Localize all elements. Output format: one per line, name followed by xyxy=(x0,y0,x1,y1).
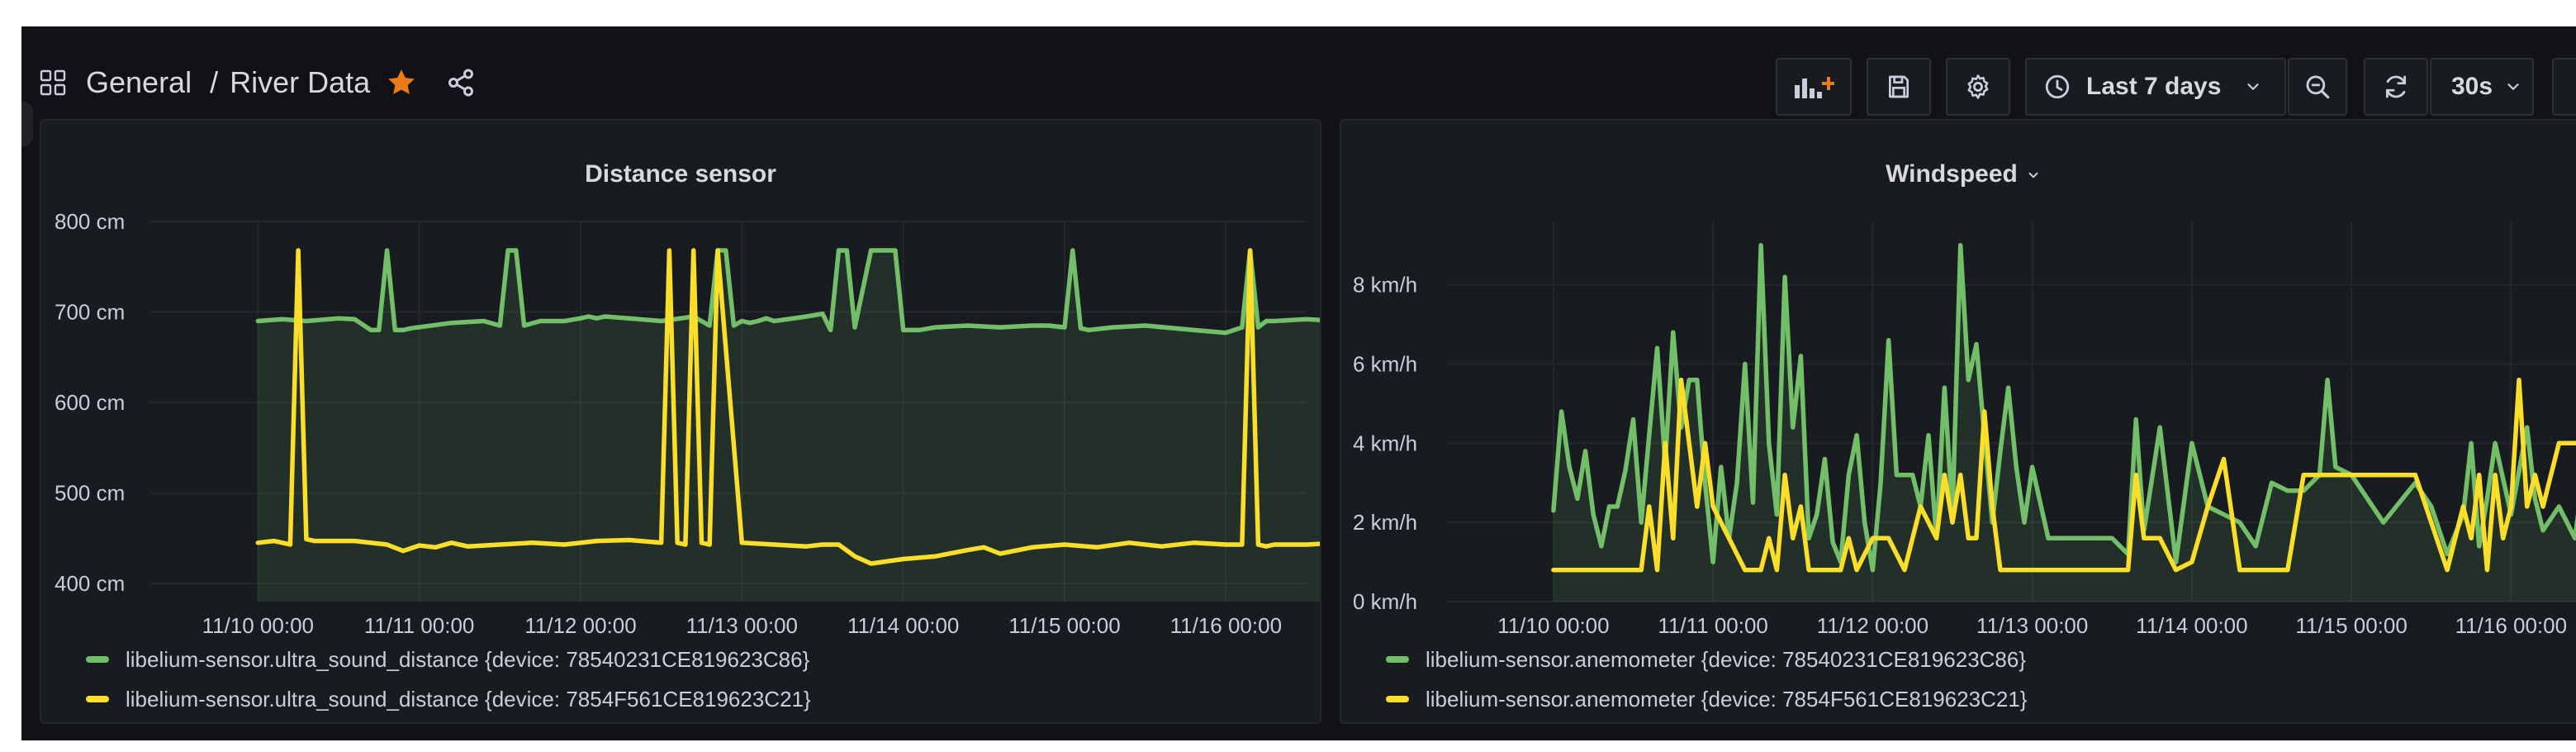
add-panel-icon xyxy=(1795,77,1834,98)
y-tick-label: 400 cm xyxy=(55,571,125,596)
chevron-down-icon xyxy=(2247,83,2260,90)
time-range-picker[interactable]: Last 7 days xyxy=(2025,58,2286,116)
y-tick-label: 4 km/h xyxy=(1353,431,1417,455)
dashboard-title[interactable]: River Data xyxy=(230,65,370,100)
dashboards-grid-icon[interactable] xyxy=(40,69,66,96)
legend-swatch xyxy=(1386,696,1409,702)
x-tick-label: 11/15 00:00 xyxy=(1008,613,1120,638)
panel-windspeed: Windspeed 11/10 00:00 11/11 00:00 11/12 00… xyxy=(1340,119,2576,724)
save-dashboard-button[interactable] xyxy=(1867,58,1931,116)
breadcrumb: General / River Data xyxy=(40,59,476,106)
dashboard-settings-button[interactable] xyxy=(1946,58,2010,116)
x-tick-label: 11/16 00:00 xyxy=(2455,613,2567,638)
x-tick-label: 11/13 00:00 xyxy=(686,613,798,638)
x-tick-label: 11/11 00:00 xyxy=(1658,613,1768,638)
legend-label: libelium-sensor.ultra_sound_distance {de… xyxy=(126,646,810,672)
distance-chart[interactable]: 11/10 00:00 11/11 00:00 11/12 00:00 11/13 0… xyxy=(41,121,1320,722)
series-line[interactable] xyxy=(255,248,1320,336)
refresh-interval-label: 30s xyxy=(2451,73,2493,100)
time-range-label: Last 7 days xyxy=(2086,73,2222,100)
toolbar-overflow-button[interactable] xyxy=(2552,58,2576,116)
y-tick-label: 6 km/h xyxy=(1353,352,1417,377)
y-tick-label: 700 cm xyxy=(55,300,125,325)
y-tick-label: 8 km/h xyxy=(1353,273,1417,297)
legend-label: libelium-sensor.anemometer {device: 7854… xyxy=(1426,646,2027,672)
legend-label: libelium-sensor.anemometer {device: 7854… xyxy=(1426,686,2028,712)
zoom-out-icon xyxy=(2306,75,2330,99)
windspeed-chart[interactable]: 11/10 00:00 11/11 00:00 11/12 00:00 11/13 0… xyxy=(1341,121,2576,722)
legend-item[interactable]: libelium-sensor.ultra_sound_distance {de… xyxy=(86,679,811,719)
legend-swatch xyxy=(86,656,109,663)
legend: libelium-sensor.ultra_sound_distance {de… xyxy=(86,640,811,719)
y-tick-label: 2 km/h xyxy=(1353,510,1417,535)
chevron-down-icon xyxy=(2507,83,2519,90)
y-tick-label: 0 km/h xyxy=(1353,589,1417,614)
x-tick-label: 11/13 00:00 xyxy=(1976,613,2088,638)
legend: libelium-sensor.anemometer {device: 7854… xyxy=(1386,640,2027,719)
refresh-interval-picker[interactable]: 30s xyxy=(2430,58,2534,116)
grafana-dashboard: General / River Data Last 7 days 30s Dis… xyxy=(21,26,2576,740)
save-icon xyxy=(1889,75,1909,98)
x-tick-label: 11/14 00:00 xyxy=(2136,613,2247,638)
legend-item[interactable]: libelium-sensor.anemometer {device: 7854… xyxy=(1386,679,2027,719)
legend-swatch xyxy=(1386,656,1409,663)
y-tick-label: 500 cm xyxy=(55,481,125,506)
zoom-out-button[interactable] xyxy=(2288,58,2347,116)
x-tick-label: 11/10 00:00 xyxy=(202,613,314,638)
breadcrumb-folder[interactable]: General xyxy=(86,65,192,100)
refresh-icon xyxy=(2385,75,2407,98)
panel-distance-sensor: Distance sensor 11/10 00:00 11/11 00:00 11… xyxy=(40,119,1321,724)
x-tick-label: 11/11 00:00 xyxy=(364,613,475,638)
x-tick-label: 11/16 00:00 xyxy=(1170,613,1282,638)
legend-item[interactable]: libelium-sensor.ultra_sound_distance {de… xyxy=(86,640,811,679)
y-tick-label: 600 cm xyxy=(55,390,125,415)
x-tick-label: 11/12 00:00 xyxy=(524,613,636,638)
legend-item[interactable]: libelium-sensor.anemometer {device: 7854… xyxy=(1386,640,2027,679)
add-panel-button[interactable] xyxy=(1776,58,1852,116)
legend-swatch xyxy=(86,696,109,702)
x-tick-label: 11/10 00:00 xyxy=(1497,613,1609,638)
series-area xyxy=(258,250,1320,602)
y-tick-label: 800 cm xyxy=(55,209,125,234)
breadcrumb-separator: / xyxy=(210,65,219,99)
dashboard-header: General / River Data Last 7 days 30s xyxy=(21,26,2576,119)
settings-gear-icon xyxy=(1967,74,1989,99)
legend-label: libelium-sensor.ultra_sound_distance {de… xyxy=(126,686,811,712)
refresh-button[interactable] xyxy=(2364,58,2428,116)
share-icon[interactable] xyxy=(446,68,476,98)
series-area xyxy=(1553,245,2576,602)
x-tick-label: 11/12 00:00 xyxy=(1817,613,1928,638)
clock-icon xyxy=(2045,74,2070,99)
x-tick-label: 11/15 00:00 xyxy=(2295,613,2407,638)
x-tick-label: 11/14 00:00 xyxy=(847,613,959,638)
star-icon[interactable] xyxy=(385,66,418,99)
